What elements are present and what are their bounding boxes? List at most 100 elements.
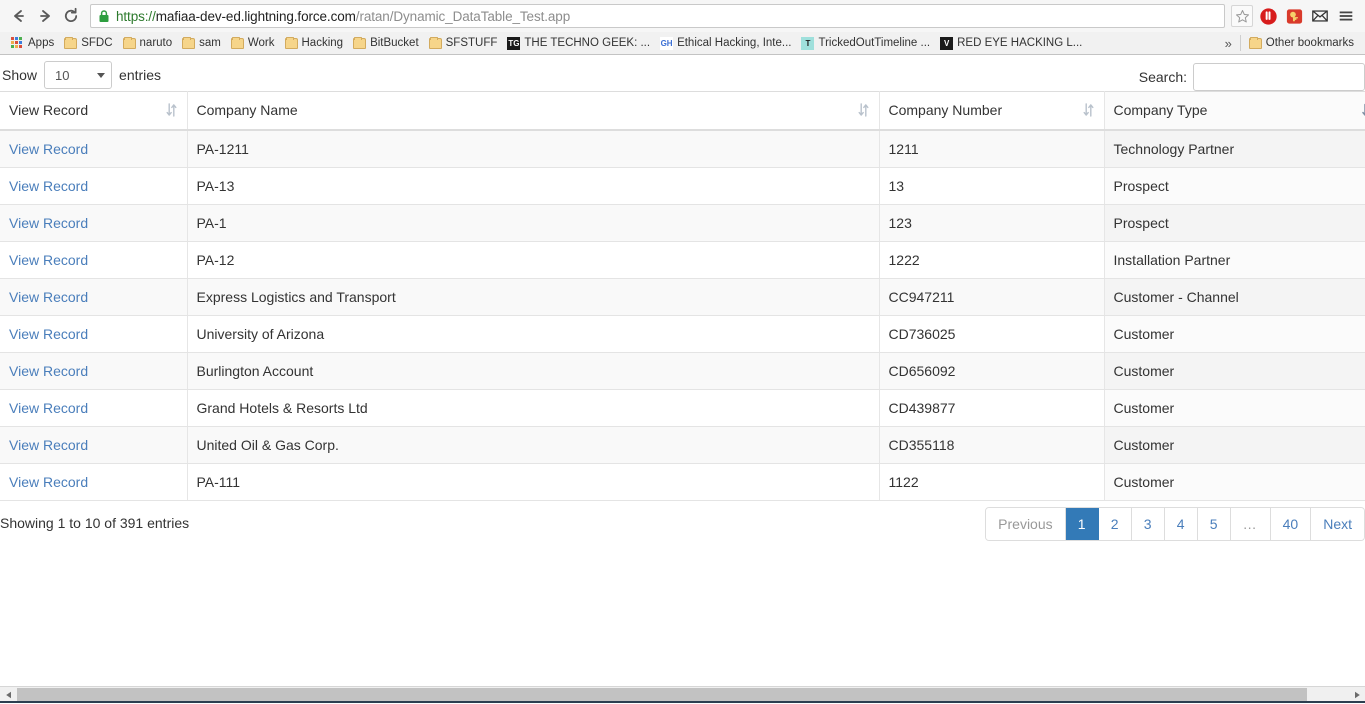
table-row: View Record PA-13 13 Prospect <box>0 167 1365 205</box>
column-header-company-name[interactable]: Company Name <box>187 91 880 131</box>
bookmark-sam[interactable]: sam <box>177 34 226 53</box>
table-row: View Record Grand Hotels & Resorts Ltd CD4… <box>0 389 1365 427</box>
url-scheme: https:// <box>116 8 156 24</box>
cell-company-type: Customer <box>1104 389 1365 427</box>
browser-toolbar: https://mafiaa-dev-ed.lightning.force.co… <box>0 0 1365 32</box>
adblock-extension-button[interactable] <box>1255 3 1281 29</box>
cell-view-record: View Record <box>0 241 188 279</box>
folder-icon <box>182 36 196 49</box>
pagination-page-3[interactable]: 3 <box>1131 507 1165 540</box>
bookmark-bitbucket[interactable]: BitBucket <box>348 34 424 53</box>
bookmark-star-button[interactable] <box>1231 5 1253 27</box>
bookmark-red-eye-hacking[interactable]: V RED EYE HACKING L... <box>935 34 1087 53</box>
column-label: Company Type <box>1113 102 1208 119</box>
pagination: Previous 1 2 3 4 5 … 40 Next <box>985 506 1365 541</box>
bookmarks-overflow-button[interactable]: » <box>1217 36 1240 51</box>
cell-view-record: View Record <box>0 204 188 242</box>
arrow-right-icon <box>40 10 50 22</box>
bookmark-other-bookmarks[interactable]: Other bookmarks <box>1241 34 1359 53</box>
pagination-page-40[interactable]: 40 <box>1270 507 1312 540</box>
bookmark-hacking[interactable]: Hacking <box>280 34 349 53</box>
arrow-left-icon <box>14 10 24 22</box>
view-record-link[interactable]: View Record <box>9 289 88 305</box>
bookmark-label: TrickedOutTimeline ... <box>818 37 931 49</box>
site-icon: GH <box>660 36 674 50</box>
scrollbar-thumb[interactable] <box>17 688 1307 702</box>
reload-button[interactable] <box>58 3 84 29</box>
bookmark-ethical-hacking[interactable]: GH Ethical Hacking, Inte... <box>655 34 796 53</box>
search-control: Search: <box>1139 63 1365 91</box>
entries-label: entries <box>119 67 162 83</box>
lastpass-extension-button[interactable] <box>1281 3 1307 29</box>
bookmark-label: THE TECHNO GEEK: ... <box>524 37 651 49</box>
cell-company-number: 1222 <box>879 241 1105 279</box>
cell-company-number: 1122 <box>879 463 1105 501</box>
cell-company-name: PA-111 <box>187 463 880 501</box>
pagination-previous[interactable]: Previous <box>986 507 1066 540</box>
sort-both-icon <box>858 103 868 117</box>
search-label: Search: <box>1138 69 1187 85</box>
view-record-link[interactable]: View Record <box>9 437 88 453</box>
folder-icon <box>428 36 442 49</box>
folder-icon <box>353 36 367 49</box>
cell-company-name: PA-12 <box>187 241 880 279</box>
cell-view-record: View Record <box>0 315 188 353</box>
entries-per-page-select[interactable]: 10 <box>44 61 113 89</box>
cell-company-name: PA-1 <box>187 204 880 242</box>
cell-company-number: CD656092 <box>879 352 1105 390</box>
bookmark-label: Ethical Hacking, Inte... <box>677 37 792 49</box>
view-record-link[interactable]: View Record <box>9 474 88 490</box>
column-header-company-type[interactable]: Company Type <box>1104 91 1365 131</box>
url-path: /ratan/Dynamic_DataTable_Test.app <box>355 8 571 24</box>
bookmark-label: naruto <box>139 37 173 49</box>
url-host: mafiaa-dev-ed.lightning.force.com <box>155 8 356 24</box>
view-record-link[interactable]: View Record <box>9 326 88 342</box>
table-row: View Record Burlington Account CD656092 Cus… <box>0 352 1365 390</box>
table-row: View Record University of Arizona CD736025… <box>0 315 1365 353</box>
pagination-ellipsis: … <box>1230 507 1271 540</box>
view-record-link[interactable]: View Record <box>9 363 88 379</box>
cell-company-name: University of Arizona <box>187 315 880 353</box>
bookmark-apps[interactable]: Apps <box>6 34 59 53</box>
search-input[interactable] <box>1193 63 1365 91</box>
view-record-link[interactable]: View Record <box>9 252 88 268</box>
pagination-next[interactable]: Next <box>1311 507 1364 540</box>
column-header-company-number[interactable]: Company Number <box>879 91 1105 131</box>
site-icon: V <box>940 36 954 50</box>
chrome-menu-button[interactable] <box>1333 3 1359 29</box>
view-record-link[interactable]: View Record <box>9 400 88 416</box>
view-record-link[interactable]: View Record <box>9 215 88 231</box>
bookmark-trickedouttimeline[interactable]: T TrickedOutTimeline ... <box>796 34 935 53</box>
bookmark-label: sam <box>199 37 221 49</box>
reload-icon <box>64 7 78 22</box>
back-button[interactable] <box>6 3 32 29</box>
bookmarks-bar: Apps SFDC naruto sam Work Hacking BitBuc… <box>0 32 1365 54</box>
folder-icon <box>64 36 78 49</box>
mail-icon <box>1312 10 1328 22</box>
view-record-link[interactable]: View Record <box>9 141 88 157</box>
view-record-link[interactable]: View Record <box>9 178 88 194</box>
forward-button[interactable] <box>32 3 58 29</box>
bookmark-work[interactable]: Work <box>226 34 280 53</box>
pagination-page-4[interactable]: 4 <box>1164 507 1198 540</box>
cell-company-name: United Oil & Gas Corp. <box>187 426 880 464</box>
column-header-view-record[interactable]: View Record <box>0 91 188 131</box>
address-bar[interactable]: https://mafiaa-dev-ed.lightning.force.co… <box>90 4 1225 28</box>
cell-company-number: CC947211 <box>879 278 1105 316</box>
cell-company-number: CD355118 <box>879 426 1105 464</box>
table-row: View Record PA-1211 1211 Technology Partner <box>0 129 1365 168</box>
pagination-page-5[interactable]: 5 <box>1197 507 1231 540</box>
column-label: View Record <box>9 102 89 119</box>
bookmark-naruto[interactable]: naruto <box>118 34 178 53</box>
page-content: Show 10 entries Search: View Record Comp… <box>0 55 1365 703</box>
pagination-page-1[interactable]: 1 <box>1065 507 1099 540</box>
bookmark-label: Hacking <box>301 37 344 49</box>
pagination-page-2[interactable]: 2 <box>1098 507 1132 540</box>
lock-icon <box>99 10 109 22</box>
bookmark-sfstuff[interactable]: SFSTUFF <box>424 34 503 53</box>
bookmark-label: Other bookmarks <box>1265 37 1354 49</box>
bookmark-techno-geek[interactable]: TG THE TECHNO GEEK: ... <box>502 34 655 53</box>
bookmark-sfdc[interactable]: SFDC <box>59 34 117 53</box>
cell-company-name: Grand Hotels & Resorts Ltd <box>187 389 880 427</box>
mail-extension-button[interactable] <box>1307 3 1333 29</box>
